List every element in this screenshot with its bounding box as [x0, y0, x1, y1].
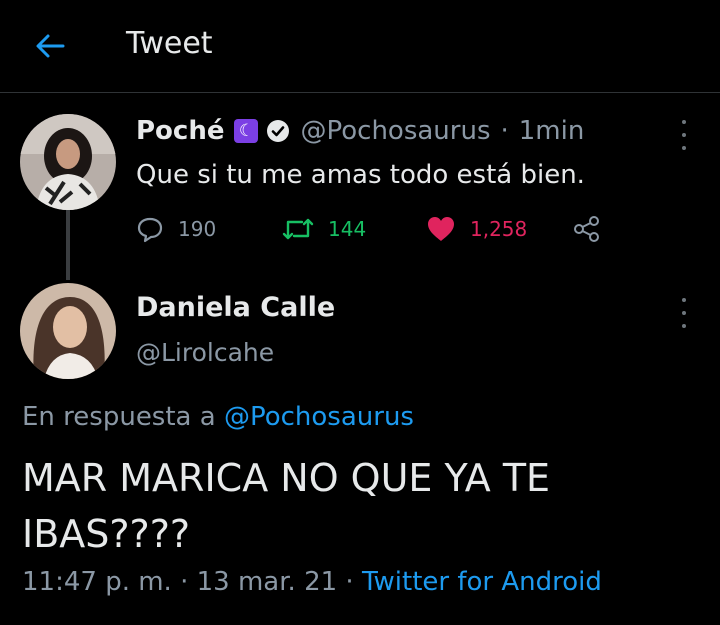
- footer-separator: ·: [180, 567, 189, 597]
- verified-icon: [267, 120, 290, 142]
- in-reply-prefix: En respuesta a: [22, 402, 216, 432]
- reply-count: 190: [178, 217, 217, 241]
- reply-more-options-button[interactable]: [674, 298, 694, 328]
- reply-button[interactable]: 190: [136, 212, 216, 246]
- avatar-poche[interactable]: [20, 114, 116, 210]
- reply-author-name[interactable]: Daniela Calle: [136, 292, 335, 323]
- tweet-timestamp: 11:47 p. m.: [22, 567, 172, 597]
- heart-icon: [428, 217, 454, 241]
- more-options-icon: [682, 120, 686, 124]
- retweet-icon: [282, 218, 314, 240]
- top-bar: Tweet: [0, 0, 720, 93]
- back-arrow-icon: [36, 34, 65, 58]
- tweet-author-row: Poché ☾ @Pochosaurus · 1min: [136, 116, 584, 146]
- reply-tweet-text: MAR MARICA NO QUE YA TE IBAS????: [22, 456, 551, 556]
- footer-separator: ·: [345, 567, 354, 597]
- share-icon: [574, 216, 599, 242]
- back-button[interactable]: [32, 30, 68, 62]
- tweet-text: Que si tu me amas todo está bien.: [136, 160, 585, 190]
- tweet-footer: 11:47 p. m. · 13 mar. 21 · Twitter for A…: [22, 567, 602, 597]
- reply-author-handle[interactable]: @Lirolcahe: [136, 338, 274, 367]
- retweet-count: 144: [328, 217, 367, 241]
- avatar-daniela[interactable]: [20, 283, 116, 379]
- reply-icon: [137, 217, 163, 243]
- meta-separator: ·: [500, 116, 509, 146]
- more-options-icon: [682, 298, 686, 302]
- tweet-actions: 190 144 1,258: [136, 212, 616, 246]
- moon-badge-icon: ☾: [234, 119, 259, 143]
- author-name[interactable]: Poché: [136, 116, 224, 146]
- tweet-date: 13 mar. 21: [196, 567, 338, 597]
- in-reply-to: En respuesta a @Pochosaurus: [22, 402, 414, 432]
- retweet-button[interactable]: 144: [282, 212, 366, 246]
- like-button[interactable]: 1,258: [426, 212, 527, 246]
- author-handle[interactable]: @Pochosaurus: [300, 116, 490, 146]
- share-button[interactable]: [572, 212, 616, 246]
- like-count: 1,258: [470, 217, 528, 241]
- tweet-source-link[interactable]: Twitter for Android: [362, 567, 602, 597]
- more-options-button[interactable]: [674, 120, 694, 150]
- in-reply-handle-link[interactable]: @Pochosaurus: [224, 402, 414, 432]
- tweet-time: 1min: [518, 116, 585, 146]
- thread-connector-line: [66, 210, 70, 280]
- page-title: Tweet: [126, 26, 213, 61]
